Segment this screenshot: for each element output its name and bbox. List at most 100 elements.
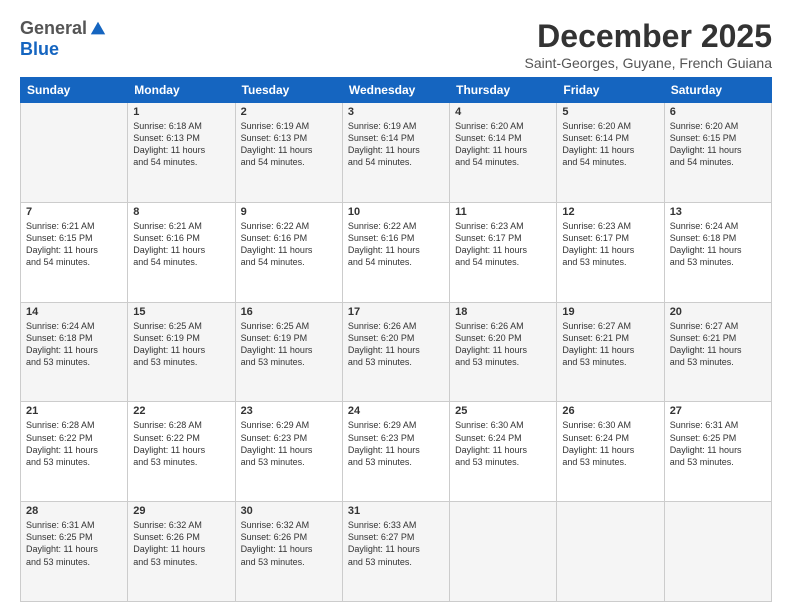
day-info: Sunrise: 6:33 AM Sunset: 6:27 PM Dayligh…	[348, 519, 444, 568]
day-number: 29	[133, 505, 229, 517]
calendar-cell: 25 Sunrise: 6:30 AM Sunset: 6:24 PM Dayli…	[450, 402, 557, 502]
calendar-cell: 16Sunrise: 6:25 AM Sunset: 6:19 PM Dayli…	[235, 302, 342, 402]
calendar-cell: 9Sunrise: 6:22 AM Sunset: 6:16 PM Daylig…	[235, 202, 342, 302]
calendar-cell	[664, 502, 771, 602]
day-info: Sunrise: 6:24 AM Sunset: 6:18 PM Dayligh…	[670, 220, 766, 269]
header-wednesday: Wednesday	[342, 78, 449, 103]
day-info: Sunrise: 6:19 AM Sunset: 6:13 PM Dayligh…	[241, 120, 337, 169]
calendar-cell: 27Sunrise: 6:31 AM Sunset: 6:25 PM Dayli…	[664, 402, 771, 502]
day-info: Sunrise: 6:21 AM Sunset: 6:15 PM Dayligh…	[26, 220, 122, 269]
day-number: 7	[26, 206, 122, 218]
day-number: 21	[26, 405, 122, 417]
calendar-cell	[21, 103, 128, 203]
week-row-1: 7 Sunrise: 6:21 AM Sunset: 6:15 PM Daylig…	[21, 202, 772, 302]
day-number: 20	[670, 306, 766, 318]
calendar-cell: 10 Sunrise: 6:22 AM Sunset: 6:16 PM Dayli…	[342, 202, 449, 302]
calendar-cell: 3 Sunrise: 6:19 AM Sunset: 6:14 PM Daylig…	[342, 103, 449, 203]
calendar-cell: 15 Sunrise: 6:25 AM Sunset: 6:19 PM Dayli…	[128, 302, 235, 402]
day-info: Sunrise: 6:29 AM Sunset: 6:23 PM Dayligh…	[241, 419, 337, 468]
calendar-cell: 22Sunrise: 6:28 AM Sunset: 6:22 PM Dayli…	[128, 402, 235, 502]
day-info: Sunrise: 6:20 AM Sunset: 6:14 PM Dayligh…	[562, 120, 658, 169]
day-number: 25	[455, 405, 551, 417]
logo-blue: Blue	[20, 39, 59, 59]
day-number: 10	[348, 206, 444, 218]
calendar-table: SundayMondayTuesdayWednesdayThursdayFrid…	[20, 77, 772, 602]
calendar-cell: 28Sunrise: 6:31 AM Sunset: 6:25 PM Dayli…	[21, 502, 128, 602]
day-info: Sunrise: 6:23 AM Sunset: 6:17 PM Dayligh…	[562, 220, 658, 269]
title-block: December 2025 Saint-Georges, Guyane, Fre…	[525, 18, 772, 71]
header-sunday: Sunday	[21, 78, 128, 103]
day-number: 11	[455, 206, 551, 218]
day-number: 2	[241, 106, 337, 118]
day-info: Sunrise: 6:20 AM Sunset: 6:14 PM Dayligh…	[455, 120, 551, 169]
day-number: 12	[562, 206, 658, 218]
day-number: 1	[133, 106, 229, 118]
day-info: Sunrise: 6:28 AM Sunset: 6:22 PM Dayligh…	[133, 419, 229, 468]
header: General Blue December 2025 Saint-Georges…	[20, 18, 772, 71]
day-number: 5	[562, 106, 658, 118]
day-number: 15	[133, 306, 229, 318]
calendar-cell: 23 Sunrise: 6:29 AM Sunset: 6:23 PM Dayli…	[235, 402, 342, 502]
day-number: 14	[26, 306, 122, 318]
day-info: Sunrise: 6:20 AM Sunset: 6:15 PM Dayligh…	[670, 120, 766, 169]
day-number: 30	[241, 505, 337, 517]
calendar-cell: 24 Sunrise: 6:29 AM Sunset: 6:23 PM Dayli…	[342, 402, 449, 502]
day-info: Sunrise: 6:25 AM Sunset: 6:19 PM Dayligh…	[133, 320, 229, 369]
day-info: Sunrise: 6:27 AM Sunset: 6:21 PM Dayligh…	[670, 320, 766, 369]
calendar-cell: 7 Sunrise: 6:21 AM Sunset: 6:15 PM Daylig…	[21, 202, 128, 302]
day-info: Sunrise: 6:24 AM Sunset: 6:18 PM Dayligh…	[26, 320, 122, 369]
day-info: Sunrise: 6:31 AM Sunset: 6:25 PM Dayligh…	[26, 519, 122, 568]
day-info: Sunrise: 6:28 AM Sunset: 6:22 PM Dayligh…	[26, 419, 122, 468]
calendar-cell: 19 Sunrise: 6:27 AM Sunset: 6:21 PM Dayli…	[557, 302, 664, 402]
day-number: 19	[562, 306, 658, 318]
day-info: Sunrise: 6:26 AM Sunset: 6:20 PM Dayligh…	[455, 320, 551, 369]
calendar-cell	[450, 502, 557, 602]
week-row-4: 28Sunrise: 6:31 AM Sunset: 6:25 PM Dayli…	[21, 502, 772, 602]
calendar-cell: 30 Sunrise: 6:32 AM Sunset: 6:26 PM Dayli…	[235, 502, 342, 602]
calendar-cell: 20 Sunrise: 6:27 AM Sunset: 6:21 PM Dayli…	[664, 302, 771, 402]
day-info: Sunrise: 6:23 AM Sunset: 6:17 PM Dayligh…	[455, 220, 551, 269]
calendar-cell: 14 Sunrise: 6:24 AM Sunset: 6:18 PM Dayli…	[21, 302, 128, 402]
day-info: Sunrise: 6:30 AM Sunset: 6:24 PM Dayligh…	[562, 419, 658, 468]
day-number: 13	[670, 206, 766, 218]
day-info: Sunrise: 6:30 AM Sunset: 6:24 PM Dayligh…	[455, 419, 551, 468]
day-number: 24	[348, 405, 444, 417]
day-info: Sunrise: 6:22 AM Sunset: 6:16 PM Dayligh…	[241, 220, 337, 269]
calendar-cell: 29Sunrise: 6:32 AM Sunset: 6:26 PM Dayli…	[128, 502, 235, 602]
day-info: Sunrise: 6:19 AM Sunset: 6:14 PM Dayligh…	[348, 120, 444, 169]
logo-icon	[89, 20, 107, 38]
day-info: Sunrise: 6:25 AM Sunset: 6:19 PM Dayligh…	[241, 320, 337, 369]
day-info: Sunrise: 6:27 AM Sunset: 6:21 PM Dayligh…	[562, 320, 658, 369]
header-friday: Friday	[557, 78, 664, 103]
day-number: 3	[348, 106, 444, 118]
day-info: Sunrise: 6:26 AM Sunset: 6:20 PM Dayligh…	[348, 320, 444, 369]
header-row: SundayMondayTuesdayWednesdayThursdayFrid…	[21, 78, 772, 103]
calendar-cell	[557, 502, 664, 602]
header-thursday: Thursday	[450, 78, 557, 103]
header-tuesday: Tuesday	[235, 78, 342, 103]
calendar-cell: 8Sunrise: 6:21 AM Sunset: 6:16 PM Daylig…	[128, 202, 235, 302]
calendar-cell: 18 Sunrise: 6:26 AM Sunset: 6:20 PM Dayli…	[450, 302, 557, 402]
day-info: Sunrise: 6:32 AM Sunset: 6:26 PM Dayligh…	[241, 519, 337, 568]
day-info: Sunrise: 6:29 AM Sunset: 6:23 PM Dayligh…	[348, 419, 444, 468]
header-monday: Monday	[128, 78, 235, 103]
day-number: 17	[348, 306, 444, 318]
logo: General Blue	[20, 18, 107, 60]
day-number: 31	[348, 505, 444, 517]
day-number: 27	[670, 405, 766, 417]
logo-general: General	[20, 18, 87, 39]
calendar-cell: 21 Sunrise: 6:28 AM Sunset: 6:22 PM Dayli…	[21, 402, 128, 502]
calendar-cell: 4 Sunrise: 6:20 AM Sunset: 6:14 PM Daylig…	[450, 103, 557, 203]
calendar-cell: 2 Sunrise: 6:19 AM Sunset: 6:13 PM Daylig…	[235, 103, 342, 203]
subtitle: Saint-Georges, Guyane, French Guiana	[525, 55, 772, 71]
day-info: Sunrise: 6:22 AM Sunset: 6:16 PM Dayligh…	[348, 220, 444, 269]
calendar-cell: 26Sunrise: 6:30 AM Sunset: 6:24 PM Dayli…	[557, 402, 664, 502]
day-number: 4	[455, 106, 551, 118]
day-number: 23	[241, 405, 337, 417]
calendar-cell: 5 Sunrise: 6:20 AM Sunset: 6:14 PM Daylig…	[557, 103, 664, 203]
header-saturday: Saturday	[664, 78, 771, 103]
calendar-cell: 13 Sunrise: 6:24 AM Sunset: 6:18 PM Dayli…	[664, 202, 771, 302]
day-number: 6	[670, 106, 766, 118]
day-number: 18	[455, 306, 551, 318]
calendar-cell: 11 Sunrise: 6:23 AM Sunset: 6:17 PM Dayli…	[450, 202, 557, 302]
